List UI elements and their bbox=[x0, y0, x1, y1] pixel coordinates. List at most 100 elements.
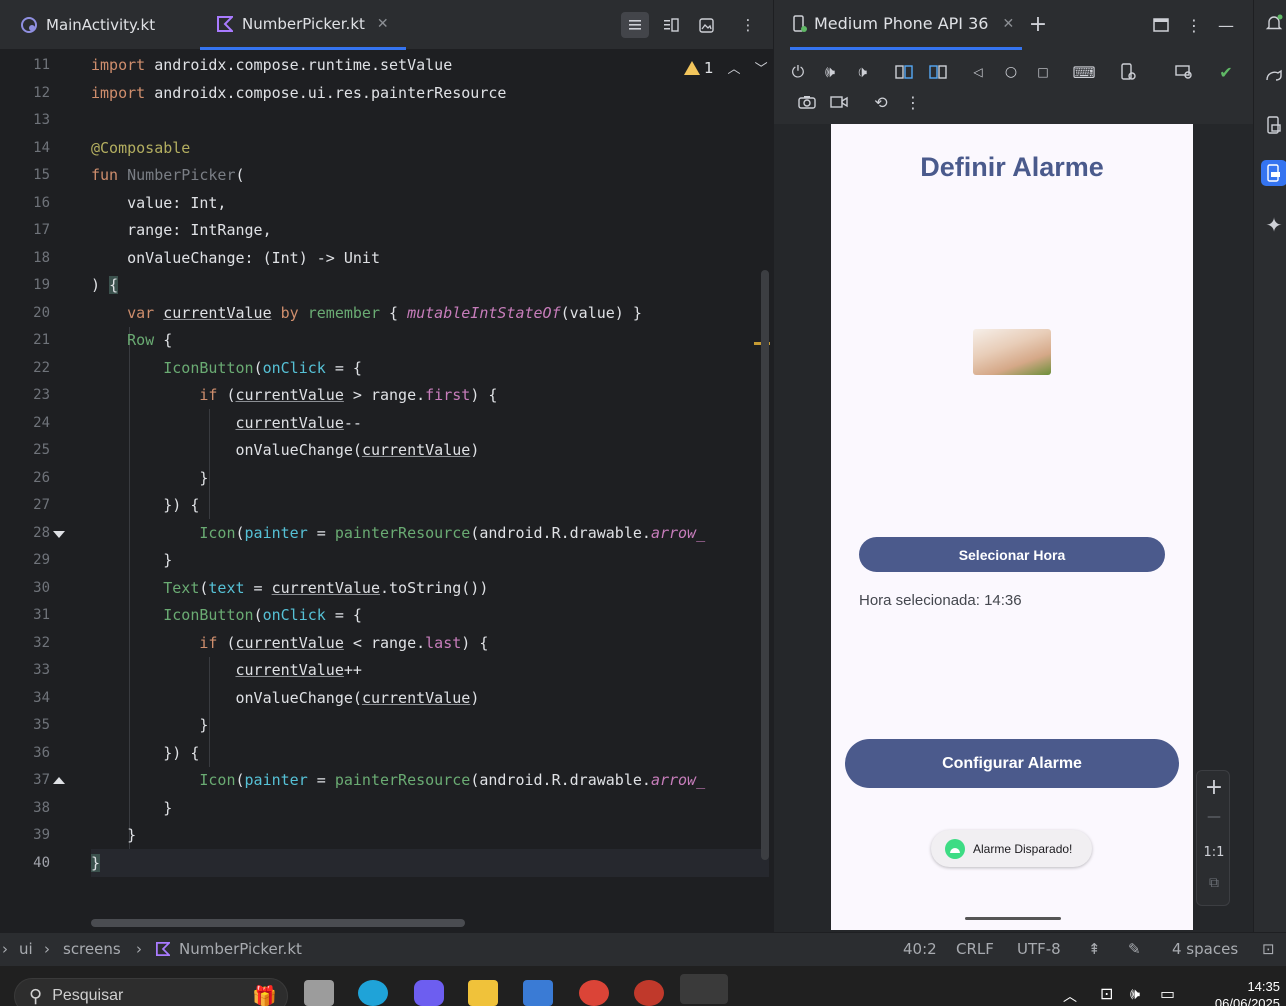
app-icon[interactable] bbox=[634, 980, 664, 1006]
code-line: Row { bbox=[127, 331, 173, 349]
chevron-up-icon[interactable]: ︿ bbox=[1063, 986, 1077, 1006]
more-options-icon[interactable]: ⋮ bbox=[1182, 13, 1206, 37]
tab-device[interactable]: Medium Phone API 36 ✕ bbox=[790, 0, 1022, 50]
code-line: }) { bbox=[91, 743, 200, 762]
line-number: 18 bbox=[33, 249, 50, 266]
select-time-button[interactable]: Selecionar Hora bbox=[859, 537, 1165, 572]
rotate-left-icon[interactable] bbox=[892, 60, 916, 84]
design-view-button[interactable] bbox=[692, 12, 720, 38]
check-icon[interactable]: ✔ bbox=[1214, 60, 1238, 84]
line-number: 36 bbox=[33, 744, 50, 761]
toast-text: Alarme Disparado! bbox=[973, 841, 1073, 856]
ai-assist-icon[interactable]: ✎ bbox=[1128, 940, 1141, 958]
screen-record-icon[interactable] bbox=[827, 90, 851, 114]
mirror-icon[interactable] bbox=[1172, 60, 1196, 84]
keyboard-icon[interactable]: ⌨ bbox=[1072, 60, 1096, 84]
search-placeholder: Pesquisar bbox=[52, 987, 124, 1004]
configure-alarm-button[interactable]: Configurar Alarme bbox=[845, 739, 1179, 788]
battery-icon[interactable]: ▭ bbox=[1160, 984, 1175, 1003]
file-encoding[interactable]: UTF-8 bbox=[1017, 940, 1061, 958]
volume-down-icon[interactable]: 🕩 bbox=[850, 60, 874, 84]
android-studio-icon[interactable] bbox=[680, 974, 728, 1004]
device-settings-icon[interactable] bbox=[1116, 60, 1140, 84]
chrome-icon[interactable] bbox=[579, 980, 609, 1006]
gradle-icon[interactable] bbox=[1261, 62, 1286, 88]
editor-tab-bar: MainActivity.kt NumberPicker.kt ✕ ⋮ bbox=[0, 0, 773, 50]
network-icon[interactable]: ⊡ bbox=[1100, 984, 1113, 1003]
file-explorer-icon[interactable] bbox=[468, 980, 498, 1006]
device-tab-bar: Medium Phone API 36 ✕ + ⋮ — bbox=[774, 0, 1254, 50]
lock-icon[interactable]: ⊡ bbox=[1262, 940, 1275, 958]
code-editor[interactable]: MainActivity.kt NumberPicker.kt ✕ ⋮ 11 12… bbox=[0, 0, 773, 932]
indent-setting[interactable]: 4 spaces bbox=[1172, 940, 1238, 958]
vertical-scrollbar[interactable] bbox=[761, 270, 769, 860]
volume-up-icon[interactable]: 🕪 bbox=[818, 60, 842, 84]
code-area[interactable]: import androidx.compose.runtime.setValue… bbox=[91, 52, 769, 910]
zoom-out-button[interactable]: — bbox=[1197, 809, 1231, 825]
reset-icon[interactable]: ⟲ bbox=[869, 90, 893, 114]
breadcrumb-item[interactable]: NumberPicker.kt bbox=[179, 940, 302, 958]
fold-collapse-icon[interactable] bbox=[53, 531, 65, 538]
task-view-icon[interactable] bbox=[304, 980, 334, 1006]
back-icon[interactable]: ◁ bbox=[966, 60, 990, 84]
chevron-right-icon: › bbox=[136, 940, 142, 958]
device-icon bbox=[793, 14, 807, 32]
power-icon[interactable]: ⏻ bbox=[786, 60, 810, 84]
code-line: } bbox=[91, 468, 209, 487]
phone-status-bar bbox=[831, 124, 1193, 142]
add-device-icon[interactable]: + bbox=[1026, 12, 1050, 37]
zoom-in-button[interactable]: + bbox=[1197, 775, 1231, 800]
volume-icon[interactable]: 🕪 bbox=[1130, 984, 1140, 1004]
screenshot-icon[interactable] bbox=[795, 90, 819, 114]
line-number: 22 bbox=[33, 359, 50, 376]
close-icon[interactable]: ✕ bbox=[1002, 16, 1014, 32]
zoom-actual-size-button[interactable]: 1:1 bbox=[1197, 845, 1231, 860]
notifications-icon[interactable] bbox=[1261, 10, 1286, 36]
rotate-right-icon[interactable] bbox=[926, 60, 950, 84]
edge-icon[interactable] bbox=[358, 980, 388, 1006]
window-layout-icon[interactable] bbox=[1149, 13, 1173, 37]
line-number: 30 bbox=[33, 579, 50, 596]
line-number: 33 bbox=[33, 662, 50, 678]
code-line: if (currentValue < range.last) { bbox=[199, 633, 489, 652]
breadcrumb-item[interactable]: ui bbox=[19, 940, 33, 958]
line-number: 31 bbox=[33, 607, 50, 623]
tab-mainactivity[interactable]: MainActivity.kt bbox=[20, 0, 155, 50]
running-devices-icon[interactable] bbox=[1261, 160, 1286, 186]
minimize-icon[interactable]: — bbox=[1214, 13, 1238, 37]
phone-screen[interactable]: Definir Alarme Selecionar Hora Hora sele… bbox=[831, 124, 1193, 930]
tree-icon[interactable]: ⇞ bbox=[1088, 940, 1101, 958]
more-options-icon[interactable]: ⋮ bbox=[901, 90, 925, 114]
breadcrumb-item[interactable]: screens bbox=[63, 940, 121, 958]
code-line: ) { bbox=[91, 276, 119, 294]
store-icon[interactable] bbox=[523, 980, 553, 1006]
device-manager-icon[interactable] bbox=[1261, 112, 1286, 138]
line-number: 35 bbox=[33, 717, 50, 733]
toast-message: Alarme Disparado! bbox=[931, 830, 1092, 867]
line-separator[interactable]: CRLF bbox=[956, 940, 994, 958]
zoom-fit-icon[interactable]: ⧉ bbox=[1197, 875, 1231, 891]
search-icon: ⚲ bbox=[29, 985, 43, 1006]
code-line: currentValue-- bbox=[235, 413, 362, 432]
line-number: 13 bbox=[33, 112, 50, 128]
ide-status-bar: › ui › screens › NumberPicker.kt 40:2 CR… bbox=[0, 932, 1286, 966]
kotlin-file-icon bbox=[216, 15, 234, 33]
line-number: 20 bbox=[33, 304, 50, 321]
overview-icon[interactable]: □ bbox=[1031, 60, 1055, 84]
more-options-icon[interactable]: ⋮ bbox=[734, 12, 762, 38]
close-icon[interactable]: ✕ bbox=[377, 16, 389, 32]
gemini-icon[interactable]: ✦ bbox=[1261, 212, 1286, 238]
tab-numberpicker[interactable]: NumberPicker.kt ✕ bbox=[200, 0, 406, 50]
gesture-nav-bar[interactable] bbox=[965, 917, 1061, 920]
horizontal-scrollbar[interactable] bbox=[91, 919, 465, 927]
line-number: 23 bbox=[33, 387, 50, 403]
home-icon[interactable]: ○ bbox=[999, 60, 1023, 84]
fold-expand-icon[interactable] bbox=[53, 777, 65, 784]
split-view-button[interactable] bbox=[657, 12, 685, 38]
copilot-icon[interactable] bbox=[414, 980, 444, 1006]
system-clock[interactable]: 14:35 06/06/2025 bbox=[1200, 978, 1280, 1006]
line-number: 17 bbox=[33, 222, 50, 238]
search-input[interactable]: ⚲ Pesquisar 🎁 bbox=[14, 978, 288, 1006]
caret-position[interactable]: 40:2 bbox=[903, 940, 937, 958]
code-view-button[interactable] bbox=[621, 12, 649, 38]
